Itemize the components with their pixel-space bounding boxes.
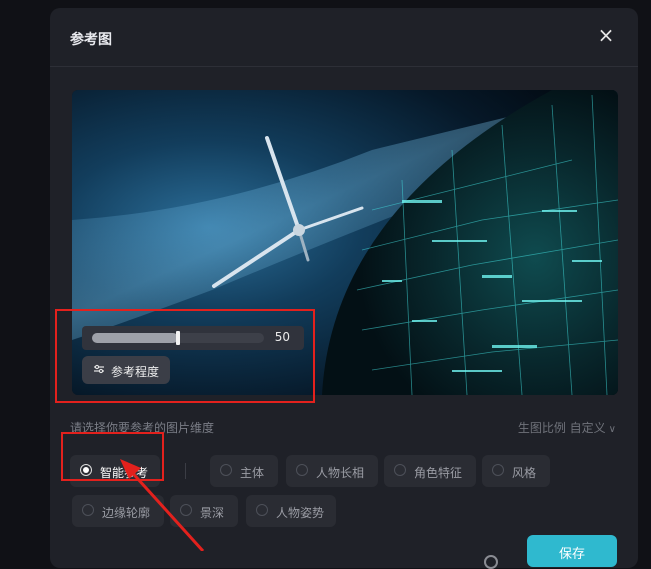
dialog-title: 参考图 xyxy=(70,32,112,48)
option-edge-contour[interactable]: 边缘轮廓 xyxy=(72,495,164,527)
save-label: 保存 xyxy=(558,547,585,562)
radio-icon xyxy=(296,464,308,476)
option-face[interactable]: 人物长相 xyxy=(286,455,378,487)
option-depth-of-field[interactable]: 景深 xyxy=(170,495,238,527)
info-icon xyxy=(484,555,498,569)
option-label: 人物姿势 xyxy=(276,506,325,520)
option-subject[interactable]: 主体 xyxy=(210,455,278,487)
close-icon[interactable]: × xyxy=(596,25,616,45)
divider xyxy=(185,463,186,479)
aspect-ratio-selector[interactable]: 生图比例 自定义 ∨ xyxy=(518,419,616,436)
radio-icon xyxy=(492,464,504,476)
radio-icon xyxy=(394,464,406,476)
radio-icon xyxy=(82,504,94,516)
dialog-header: 参考图 × xyxy=(50,8,638,67)
radio-icon xyxy=(220,464,232,476)
annotation-highlight-box xyxy=(55,309,315,403)
option-style[interactable]: 风格 xyxy=(482,455,550,487)
annotation-highlight-box xyxy=(61,432,164,481)
chevron-down-icon: ∨ xyxy=(608,424,616,435)
save-button[interactable]: 保存 xyxy=(527,535,617,567)
aspect-ratio-label: 生图比例 自定义 xyxy=(517,421,606,435)
option-label: 主体 xyxy=(240,466,265,480)
option-label: 边缘轮廓 xyxy=(102,506,151,520)
reference-image-dialog: 参考图 × 50 参考程度 请选择你要参考的图片维度 生图比例 自定义 ∨ 智能… xyxy=(50,8,638,569)
radio-icon xyxy=(180,504,192,516)
option-character-traits[interactable]: 角色特征 xyxy=(384,455,476,487)
radio-icon xyxy=(256,504,268,516)
option-label: 风格 xyxy=(512,466,537,480)
option-label: 景深 xyxy=(200,506,225,520)
option-pose[interactable]: 人物姿势 xyxy=(246,495,336,527)
option-label: 人物长相 xyxy=(316,466,365,480)
option-label: 角色特征 xyxy=(414,466,463,480)
